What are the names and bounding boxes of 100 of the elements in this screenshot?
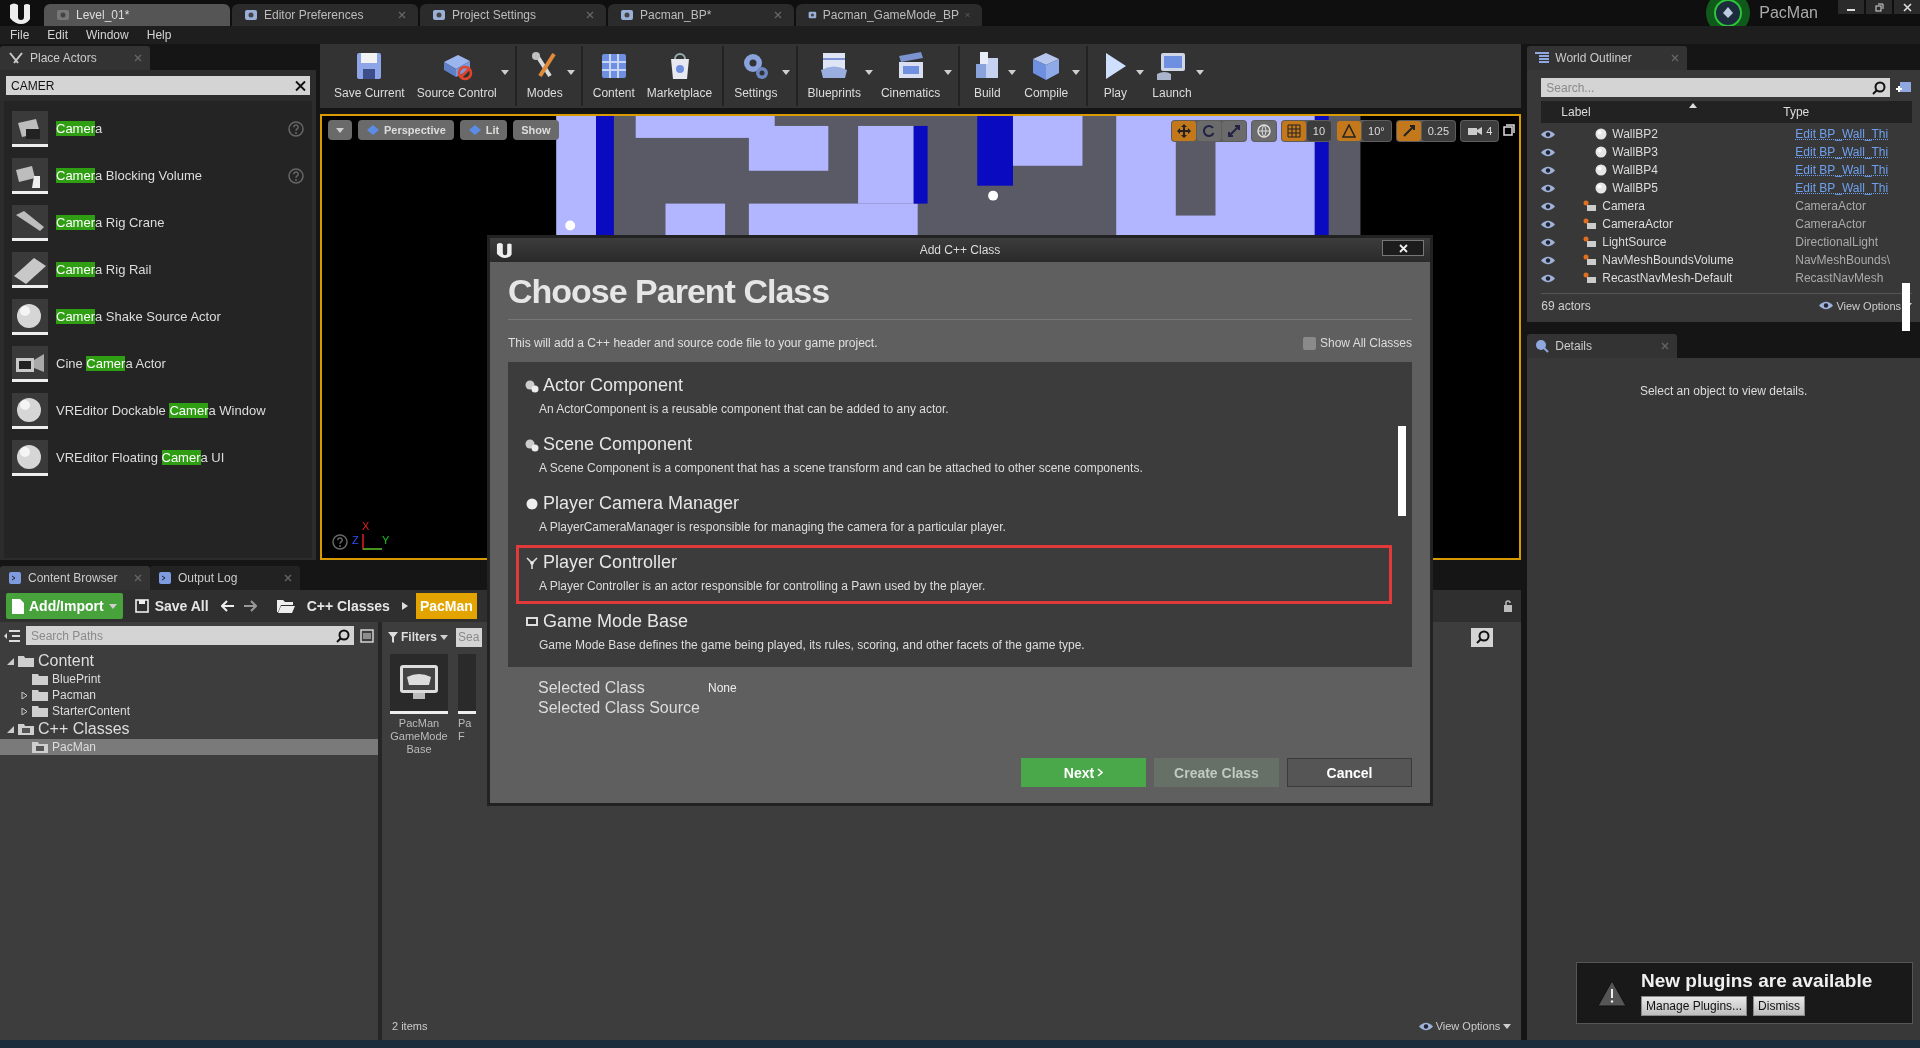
breadcrumb[interactable]: C++ Classes	[302, 593, 394, 619]
close-button[interactable]	[1894, 0, 1920, 14]
view-mode-button[interactable]: Show	[513, 120, 559, 140]
toolbar-button[interactable]: Content	[586, 46, 641, 106]
lock-icon[interactable]	[1503, 600, 1514, 612]
restore-button[interactable]	[1866, 0, 1892, 14]
panel-tab[interactable]: Details	[1527, 334, 1678, 358]
editor-tab[interactable]: Level_01*	[44, 4, 230, 26]
search-field[interactable]: Sea	[456, 627, 482, 647]
folder-icon[interactable]	[276, 599, 295, 613]
actor-label[interactable]: LightSource	[1602, 235, 1667, 249]
actor-label[interactable]: WallBP2	[1612, 127, 1658, 141]
type-link[interactable]: Edit BP_Wall_Thi	[1795, 181, 1889, 195]
snap-toggle[interactable]	[1337, 121, 1362, 141]
view-options-button[interactable]: View Options	[1819, 299, 1912, 312]
tree-item[interactable]: Pacman	[0, 687, 378, 703]
snap-toggle[interactable]	[1396, 121, 1421, 141]
toolbar-button[interactable]: Save Current	[328, 46, 411, 106]
actor-label[interactable]: WallBP4	[1612, 163, 1658, 177]
tree-item[interactable]: Content	[0, 651, 378, 671]
manage-plugins-button[interactable]: Manage Plugins...	[1641, 996, 1748, 1016]
camera-speed[interactable]: 4	[1461, 121, 1499, 141]
toolbar-button[interactable]: Cinematics	[874, 46, 955, 106]
class-option[interactable]: Player Camera Manager A PlayerCameraManager is responsible for managing the camera for a particular player.	[516, 486, 1392, 545]
class-option[interactable]: Scene Component A Scene Component is a component that has a scene transform and can be attached to other scene components.	[516, 427, 1392, 486]
eye-icon[interactable]	[1541, 165, 1556, 175]
editor-tab[interactable]: Editor Preferences	[232, 4, 418, 26]
editor-tab[interactable]: Project Settings	[420, 4, 606, 26]
toolbar-button[interactable]: Launch	[1146, 46, 1206, 106]
eye-icon[interactable]	[1541, 183, 1556, 193]
actor-name[interactable]: VREditor Dockable Camera Window	[56, 403, 266, 418]
snap-value[interactable]: 10	[1306, 121, 1332, 141]
expander-icon[interactable]	[20, 691, 28, 699]
column-header[interactable]: Label	[1541, 105, 1784, 119]
eye-icon[interactable]	[1541, 219, 1556, 229]
eye-icon[interactable]	[1418, 1021, 1433, 1031]
back-arrow-icon[interactable]	[220, 600, 235, 612]
world-button[interactable]	[1251, 121, 1276, 141]
view-options-button[interactable]	[328, 120, 352, 140]
actor-name[interactable]: Camera Rig Rail	[56, 262, 152, 277]
toolbar-button[interactable]: Blueprints	[801, 46, 875, 106]
close-icon[interactable]	[284, 574, 292, 582]
close-icon[interactable]	[398, 11, 406, 19]
list-icon[interactable]	[360, 628, 374, 643]
eye-icon[interactable]	[1541, 255, 1556, 265]
expander-icon[interactable]	[6, 657, 14, 665]
move-tool[interactable]	[1171, 121, 1196, 141]
class-option[interactable]: Player Controller A Player Controller is an actor responsible for controlling a Pawn used by the player.	[516, 545, 1392, 604]
help-icon[interactable]	[288, 120, 304, 137]
eye-icon[interactable]	[1541, 201, 1556, 211]
actor-label[interactable]: RecastNavMesh-Default	[1602, 271, 1733, 285]
toolbar-button[interactable]: Settings	[728, 46, 792, 106]
account-name[interactable]: PacMan	[1759, 4, 1818, 22]
asset-thumbnail[interactable]	[458, 654, 476, 714]
panel-tab[interactable]: World Outliner	[1527, 46, 1688, 70]
panel-tab[interactable]: Content Browser	[0, 566, 150, 590]
search-icon[interactable]	[1471, 627, 1494, 647]
snap-value[interactable]: 0.25	[1421, 121, 1456, 141]
actor-name[interactable]: Cine Camera Actor	[56, 356, 166, 371]
search-field[interactable]: Search...	[1541, 78, 1890, 97]
actor-label[interactable]: NavMeshBoundsVolume	[1602, 253, 1734, 267]
toolbar-button[interactable]: Build	[964, 46, 1019, 106]
scrollbar-thumb[interactable]	[1398, 426, 1406, 516]
snap-value[interactable]: 10°	[1362, 121, 1391, 141]
toolbar-button[interactable]: Marketplace	[640, 46, 719, 106]
actor-name[interactable]: Camera Shake Source Actor	[56, 309, 221, 324]
menu-item[interactable]: Edit	[47, 28, 69, 42]
actor-label[interactable]: WallBP3	[1612, 145, 1658, 159]
rotate-tool[interactable]	[1196, 121, 1221, 141]
type-link[interactable]: Edit BP_Wall_Thi	[1795, 127, 1889, 141]
actor-name[interactable]: Camera Rig Crane	[56, 215, 165, 230]
close-icon[interactable]	[586, 11, 594, 19]
view-mode-button[interactable]: Perspective	[358, 120, 454, 140]
snap-toggle[interactable]	[1281, 121, 1306, 141]
actor-label[interactable]: CameraActor	[1602, 217, 1673, 231]
editor-tab[interactable]: Pacman_BP*	[608, 4, 794, 26]
help-icon[interactable]	[332, 534, 348, 550]
tree-item[interactable]: C++ Classes	[0, 719, 378, 739]
eye-icon[interactable]	[1541, 147, 1556, 157]
scale-tool[interactable]	[1221, 121, 1246, 141]
search-field[interactable]: Search Paths	[26, 626, 354, 645]
panel-tab[interactable]: Place Actors	[0, 46, 150, 70]
search-field[interactable]: CAMER	[6, 76, 310, 95]
view-mode-button[interactable]: Lit	[459, 120, 508, 140]
help-icon[interactable]	[288, 167, 304, 184]
scrollbar-thumb[interactable]	[1902, 283, 1910, 331]
view-options-button[interactable]: View Options	[1418, 1020, 1512, 1032]
cancel-button[interactable]: Cancel	[1287, 758, 1412, 787]
toolbar-button[interactable]: Modes	[520, 46, 577, 106]
class-option[interactable]: Game Mode Base Game Mode Base defines the game being played, its rules, scoring, and other facets of the game type.	[516, 604, 1392, 663]
menu-item[interactable]: Help	[146, 28, 172, 42]
class-option[interactable]: Actor Component An ActorComponent is a reusable component that can be added to any actor.	[516, 368, 1392, 427]
toolbar-button[interactable]: Compile	[1018, 46, 1083, 106]
panel-tab[interactable]: Output Log	[150, 566, 300, 590]
add-folder-icon[interactable]	[1896, 80, 1912, 95]
close-icon[interactable]	[774, 11, 782, 19]
menu-item[interactable]: File	[10, 28, 30, 42]
type-link[interactable]: Edit BP_Wall_Thi	[1795, 163, 1889, 177]
type-link[interactable]: Edit BP_Wall_Thi	[1795, 145, 1889, 159]
maximize-icon[interactable]	[1503, 124, 1516, 136]
